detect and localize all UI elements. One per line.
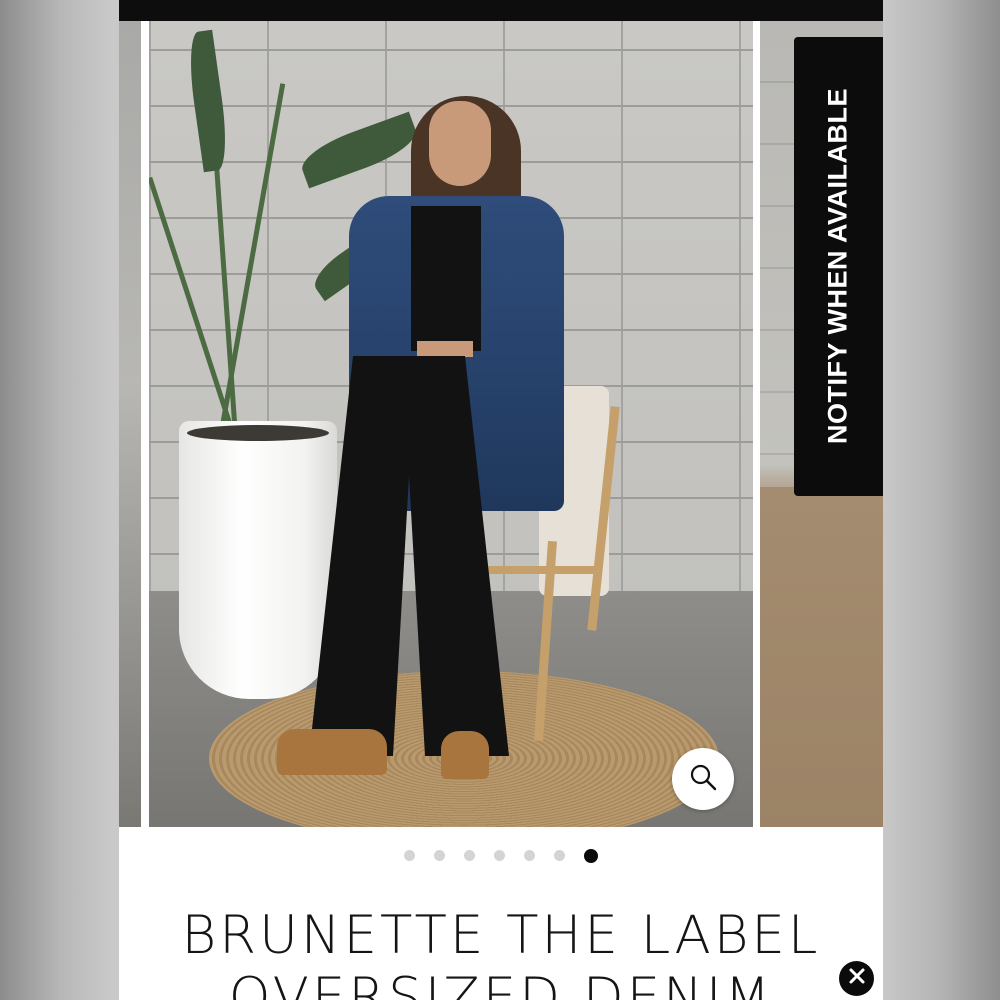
pagination-dot[interactable] [494,850,505,861]
product-photo[interactable] [149,21,753,827]
pagination-dot-active[interactable] [584,849,598,863]
plant-pot [179,421,337,699]
notify-when-available-button[interactable]: NOTIFY WHEN AVAILABLE [794,37,883,496]
pagination-dot[interactable] [434,850,445,861]
close-button[interactable] [839,961,874,996]
pagination-dot[interactable] [404,850,415,861]
left-boot [277,729,387,775]
right-boot [441,731,489,779]
product-image-carousel[interactable] [119,21,883,827]
product-title-line2: OVERSIZED DENIM [228,967,774,1000]
notify-label: NOTIFY WHEN AVAILABLE [822,88,853,444]
magnifier-icon [689,763,717,796]
pagination-dot[interactable] [464,850,475,861]
previous-image-peek[interactable] [119,21,141,827]
product-title: BRUNETTE THE LABEL OVERSIZED DENIM [119,905,883,1000]
close-x-icon [848,967,866,990]
model-face [429,101,491,186]
carousel-pagination [119,849,883,863]
status-bar [119,0,883,21]
pagination-dot[interactable] [524,850,535,861]
phone-screen: NOTIFY WHEN AVAILABLE BRUNETTE THE LABEL… [119,0,883,1000]
black-top [411,206,481,351]
pagination-dot[interactable] [554,850,565,861]
model-midriff [417,341,473,357]
zoom-button[interactable] [672,748,734,810]
product-title-line1: BRUNETTE THE LABEL [181,905,821,966]
